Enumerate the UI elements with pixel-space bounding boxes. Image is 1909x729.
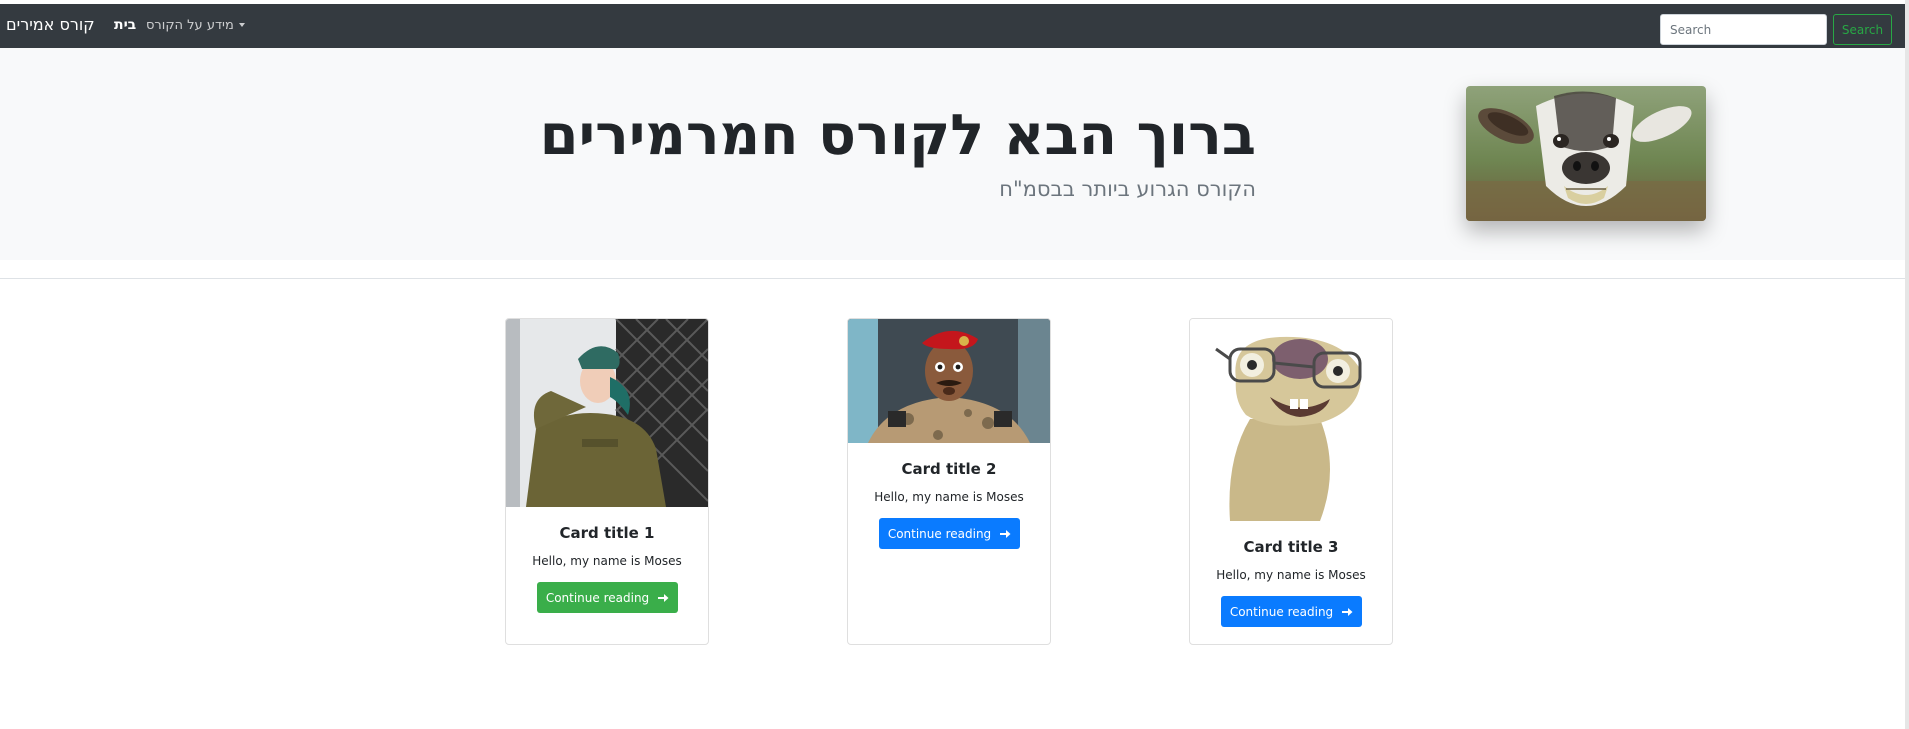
page: קורס אמירים בית מידע על הקורס Search ברו… — [0, 0, 1909, 729]
page-scrollbar[interactable] — [1905, 0, 1909, 729]
card-text: Hello, my name is Moses — [1216, 568, 1366, 582]
hero-subtitle: הקורס הגרוע ביותר בבסמ"ח — [999, 177, 1256, 201]
caret-down-icon — [238, 23, 245, 27]
card-text: Hello, my name is Moses — [532, 554, 682, 568]
card-1: Card title 1 Hello, my name is Moses Con… — [505, 318, 709, 645]
hero-title: ברוך הבא לקורס חמרמירים — [539, 103, 1256, 168]
navbar: קורס אמירים בית מידע על הקורס Search — [0, 4, 1905, 48]
button-label: Continue reading — [1229, 604, 1334, 619]
continue-reading-button[interactable]: Continue reading — [537, 582, 678, 613]
section-divider — [0, 278, 1905, 279]
nav-dropdown-course-info[interactable]: מידע על הקורס — [146, 17, 245, 35]
card-text: Hello, my name is Moses — [874, 490, 1024, 504]
arrow-right-icon — [1342, 607, 1353, 616]
soldier-image — [506, 319, 708, 507]
navbar-brand[interactable]: קורס אמירים — [6, 15, 95, 35]
continue-reading-button[interactable]: Continue reading — [879, 518, 1020, 549]
sloth-image — [1190, 319, 1392, 521]
button-label: Continue reading — [887, 526, 992, 541]
search-input[interactable] — [1660, 14, 1827, 45]
card-3: Card title 3 Hello, my name is Moses Con… — [1189, 318, 1393, 645]
jumbotron: ברוך הבא לקורס חמרמירים הקורס הגרוע ביות… — [0, 48, 1905, 260]
nav-link-home[interactable]: בית — [114, 16, 136, 34]
card-title: Card title 1 — [559, 524, 655, 542]
card-2: Card title 2 Hello, my name is Moses Con… — [847, 318, 1051, 645]
nav-dropdown-label: מידע על הקורס — [146, 18, 234, 33]
card-title: Card title 3 — [1243, 538, 1339, 556]
officer-image — [848, 319, 1050, 443]
continue-reading-button[interactable]: Continue reading — [1221, 596, 1362, 627]
goat-image — [1466, 86, 1706, 221]
button-label: Continue reading — [545, 590, 650, 605]
card-title: Card title 2 — [901, 460, 997, 478]
arrow-right-icon — [658, 593, 669, 602]
search-button[interactable]: Search — [1833, 14, 1892, 45]
arrow-right-icon — [1000, 529, 1011, 538]
